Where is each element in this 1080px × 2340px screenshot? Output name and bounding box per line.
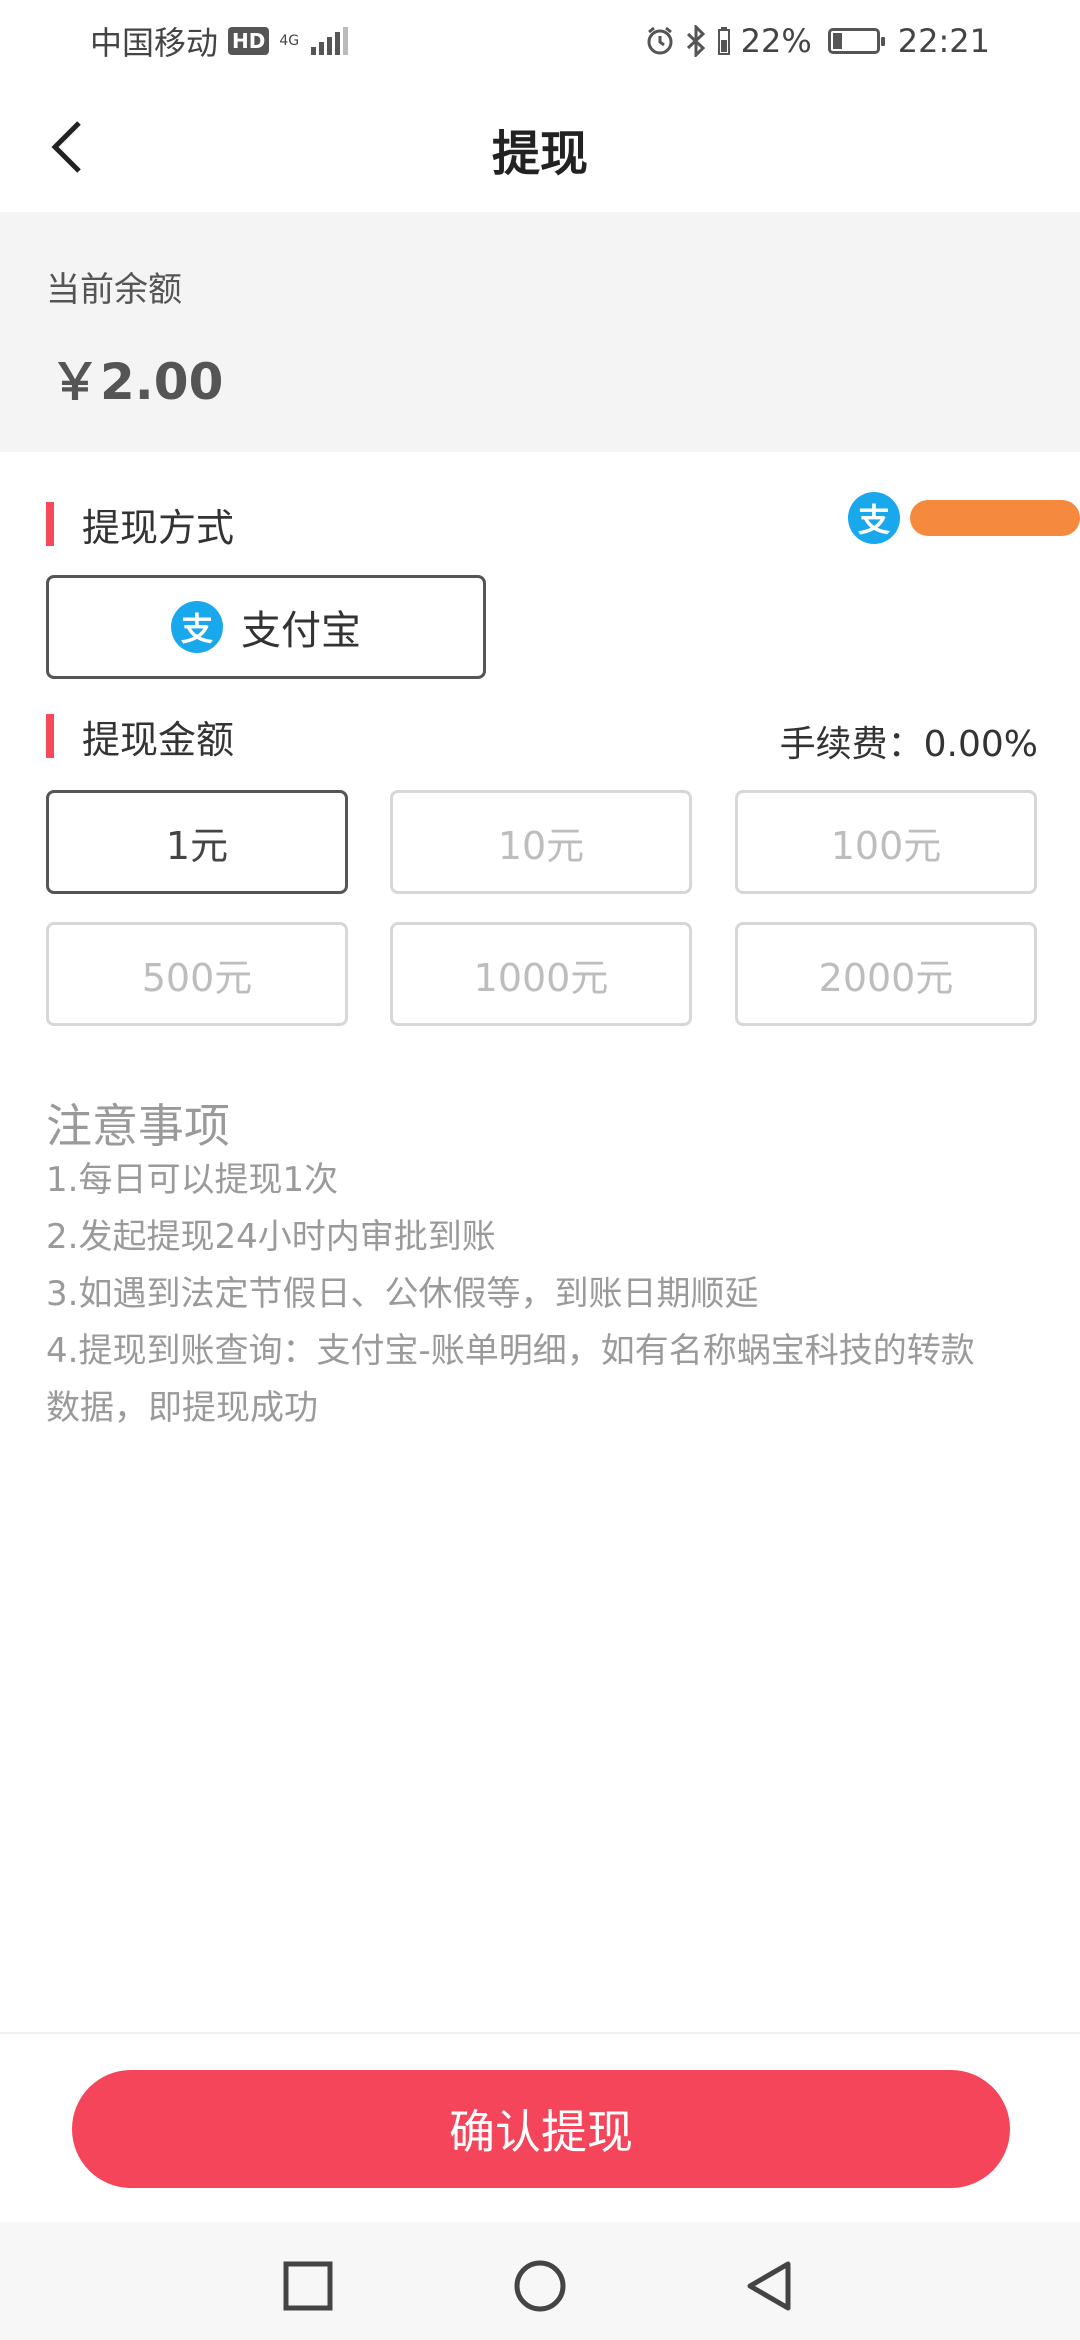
amount-option[interactable]: 100元	[735, 790, 1037, 894]
battery-fill	[832, 33, 843, 49]
bottom-action-bar: 确认提现	[0, 2032, 1080, 2222]
note-line: 数据，即提现成功	[46, 1388, 318, 1428]
carrier-name: 中国移动	[90, 24, 219, 62]
status-left: 中国移动 HD 4G	[90, 18, 349, 64]
note-line: 3.如遇到法定节假日、公休假等，到账日期顺延	[46, 1274, 759, 1314]
note-line: 1.每日可以提现1次	[46, 1160, 339, 1200]
page-title: 提现	[491, 126, 588, 182]
balance-label: 当前余额	[46, 270, 182, 310]
notes-title: 注意事项	[46, 1099, 230, 1153]
battery-icon	[827, 28, 885, 54]
triangle-back-icon[interactable]	[742, 2258, 798, 2314]
accent-bar	[46, 714, 54, 758]
square-icon[interactable]	[280, 2258, 336, 2314]
nav-bar: 提现	[0, 82, 1080, 212]
note-line: 4.提现到账查询：支付宝-账单明细，如有名称蜗宝科技的转款	[46, 1331, 975, 1371]
confirm-withdraw-button[interactable]: 确认提现	[72, 2070, 1010, 2188]
hd-icon: HD	[228, 27, 270, 55]
accent-bar	[46, 502, 54, 546]
amount-option[interactable]: 1元	[46, 790, 348, 894]
amount-section-title: 提现金额	[82, 717, 235, 762]
circle-icon[interactable]	[512, 2258, 568, 2314]
network-type: 4G	[279, 34, 299, 48]
note-line: 2.发起提现24小时内审批到账	[46, 1217, 496, 1257]
amount-option[interactable]: 1000元	[390, 922, 692, 1026]
amount-option[interactable]: 10元	[390, 790, 692, 894]
alipay-icon: 支	[848, 492, 900, 544]
amount-option[interactable]: 2000元	[735, 922, 1037, 1026]
battery-saver-icon	[717, 27, 730, 55]
signal-icon	[311, 27, 349, 55]
status-bar: 中国移动 HD 4G 22% 22:21	[0, 0, 1080, 82]
amount-option[interactable]: 500元	[46, 922, 348, 1026]
bound-account[interactable]: 支	[848, 492, 1080, 544]
system-nav-bar	[0, 2222, 1080, 2340]
balance-card: 当前余额 ￥2.00	[0, 212, 1080, 452]
status-right: 22% 22:21	[645, 22, 990, 60]
alipay-method-button[interactable]: 支 支付宝	[46, 575, 486, 679]
method-section-title: 提现方式	[82, 505, 235, 550]
fee-label: 手续费：0.00%	[779, 724, 1038, 765]
bluetooth-icon	[686, 25, 705, 57]
redacted-account-name	[910, 500, 1080, 536]
amount-section-header: 提现金额	[46, 712, 234, 762]
method-section-header: 提现方式	[46, 500, 234, 550]
clock-time: 22:21	[897, 22, 990, 60]
network-label: 4G	[279, 33, 300, 49]
battery-percent: 22%	[740, 22, 812, 60]
alarm-icon	[647, 26, 673, 55]
alipay-icon: 支	[171, 601, 223, 653]
method-label: 支付宝	[241, 608, 361, 654]
balance-amount: ￥2.00	[50, 353, 224, 411]
